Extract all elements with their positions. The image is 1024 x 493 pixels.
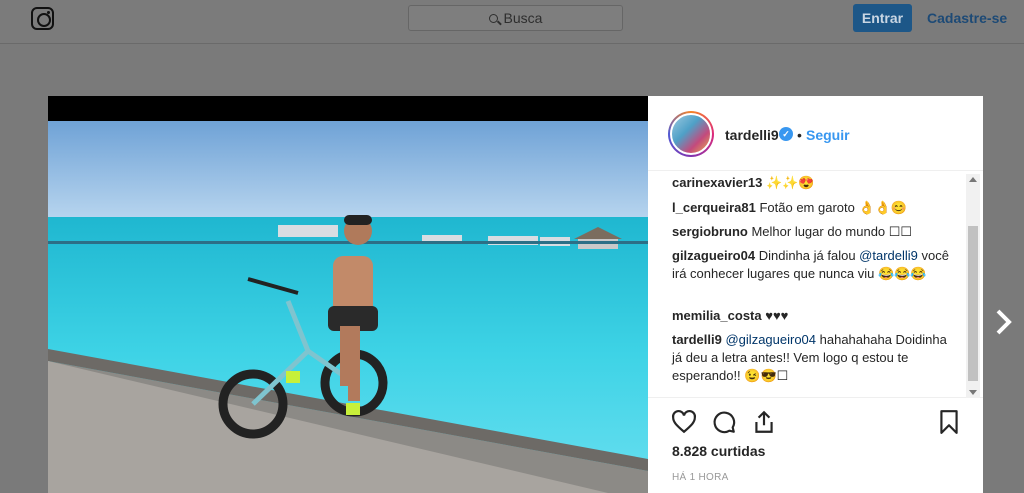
- comment-item: gilzagueiro04 Dindinha já falou @tardell…: [672, 247, 952, 283]
- post-modal: tardelli9 ✓ • Seguir carinexavier13 ✨✨😍 …: [48, 96, 983, 493]
- signup-link[interactable]: Cadastre-se: [927, 10, 1007, 26]
- comment-item: carinexavier13 ✨✨😍: [672, 174, 952, 192]
- comment-item: l_cerqueira81 Fotão em garoto 👌👌😊: [672, 199, 952, 217]
- post-actions: [648, 401, 983, 441]
- post-header: tardelli9 ✓ • Seguir: [648, 96, 983, 171]
- instagram-icon[interactable]: [31, 7, 54, 30]
- avatar[interactable]: [668, 111, 714, 157]
- comment-username[interactable]: sergiobruno: [672, 224, 748, 239]
- chevron-right-icon: [996, 309, 1012, 335]
- photo-illustration: [48, 121, 648, 493]
- verified-icon: ✓: [779, 127, 793, 141]
- comment-username[interactable]: tardelli9: [672, 332, 722, 347]
- search-placeholder: Busca: [503, 10, 543, 26]
- comment-item: memilia_costa ♥♥♥: [672, 307, 952, 325]
- comment-username[interactable]: gilzagueiro04: [672, 248, 755, 263]
- avatar-image: [670, 113, 712, 155]
- scroll-thumb[interactable]: [968, 226, 978, 381]
- comment-mention[interactable]: @tardelli9: [859, 248, 918, 263]
- post-timestamp: HÁ 1 HORA: [672, 472, 729, 483]
- comments-scrollbar[interactable]: [966, 174, 980, 398]
- bookmark-icon[interactable]: [936, 409, 962, 435]
- heart-icon[interactable]: [671, 409, 697, 435]
- comment-text: Melhor lugar do mundo ☐☐: [751, 224, 913, 239]
- follow-button[interactable]: Seguir: [806, 127, 850, 143]
- comment-text: ♥♥♥: [765, 308, 789, 323]
- next-post-button[interactable]: [985, 302, 1023, 342]
- comment-icon[interactable]: [711, 409, 737, 435]
- comment-item: tardelli9 @gilzagueiro04 hahahahaha Doid…: [672, 331, 952, 385]
- comment-text: ✨✨😍: [765, 175, 815, 190]
- separator-dot: •: [797, 127, 802, 143]
- comment-username[interactable]: l_cerqueira81: [672, 200, 756, 215]
- comment-item: sergiobruno Melhor lugar do mundo ☐☐: [672, 223, 952, 241]
- likes-count[interactable]: 8.828 curtidas: [672, 443, 765, 459]
- comment-mention[interactable]: @gilzagueiro04: [725, 332, 816, 347]
- share-icon[interactable]: [751, 409, 777, 435]
- comment-text: Fotão em garoto 👌👌😊: [759, 200, 908, 215]
- comment-username[interactable]: carinexavier13: [672, 175, 762, 190]
- post-photo: [48, 96, 648, 493]
- comment-username[interactable]: memilia_costa: [672, 308, 762, 323]
- comments-list: carinexavier13 ✨✨😍 l_cerqueira81 Fotão e…: [648, 174, 983, 398]
- scroll-up-icon[interactable]: [969, 177, 977, 182]
- search-input[interactable]: Busca: [408, 5, 623, 31]
- scroll-down-icon[interactable]: [969, 390, 977, 395]
- search-icon: [488, 13, 498, 23]
- top-navigation-bar: Busca Entrar Cadastre-se: [0, 0, 1024, 44]
- post-username[interactable]: tardelli9: [725, 127, 779, 143]
- comment-text: Dindinha já falou: [758, 248, 860, 263]
- post-sidebar: tardelli9 ✓ • Seguir carinexavier13 ✨✨😍 …: [648, 96, 983, 493]
- login-button[interactable]: Entrar: [853, 4, 912, 32]
